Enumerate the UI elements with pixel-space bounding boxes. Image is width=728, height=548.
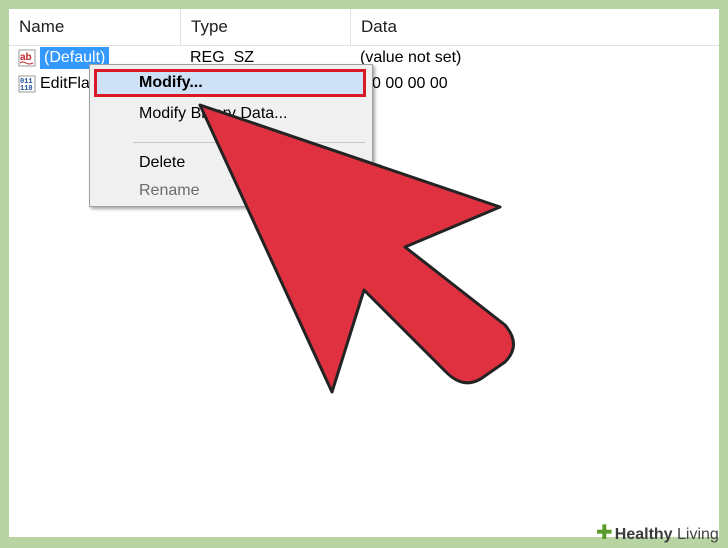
watermark-brand: Healthy — [614, 526, 673, 543]
pointer-arrow-icon — [198, 103, 515, 394]
watermark-brand-suffix: Living — [677, 526, 719, 543]
plus-icon: ✚ — [596, 522, 613, 544]
watermark-logo: ✚ Healthy Living — [596, 520, 719, 546]
